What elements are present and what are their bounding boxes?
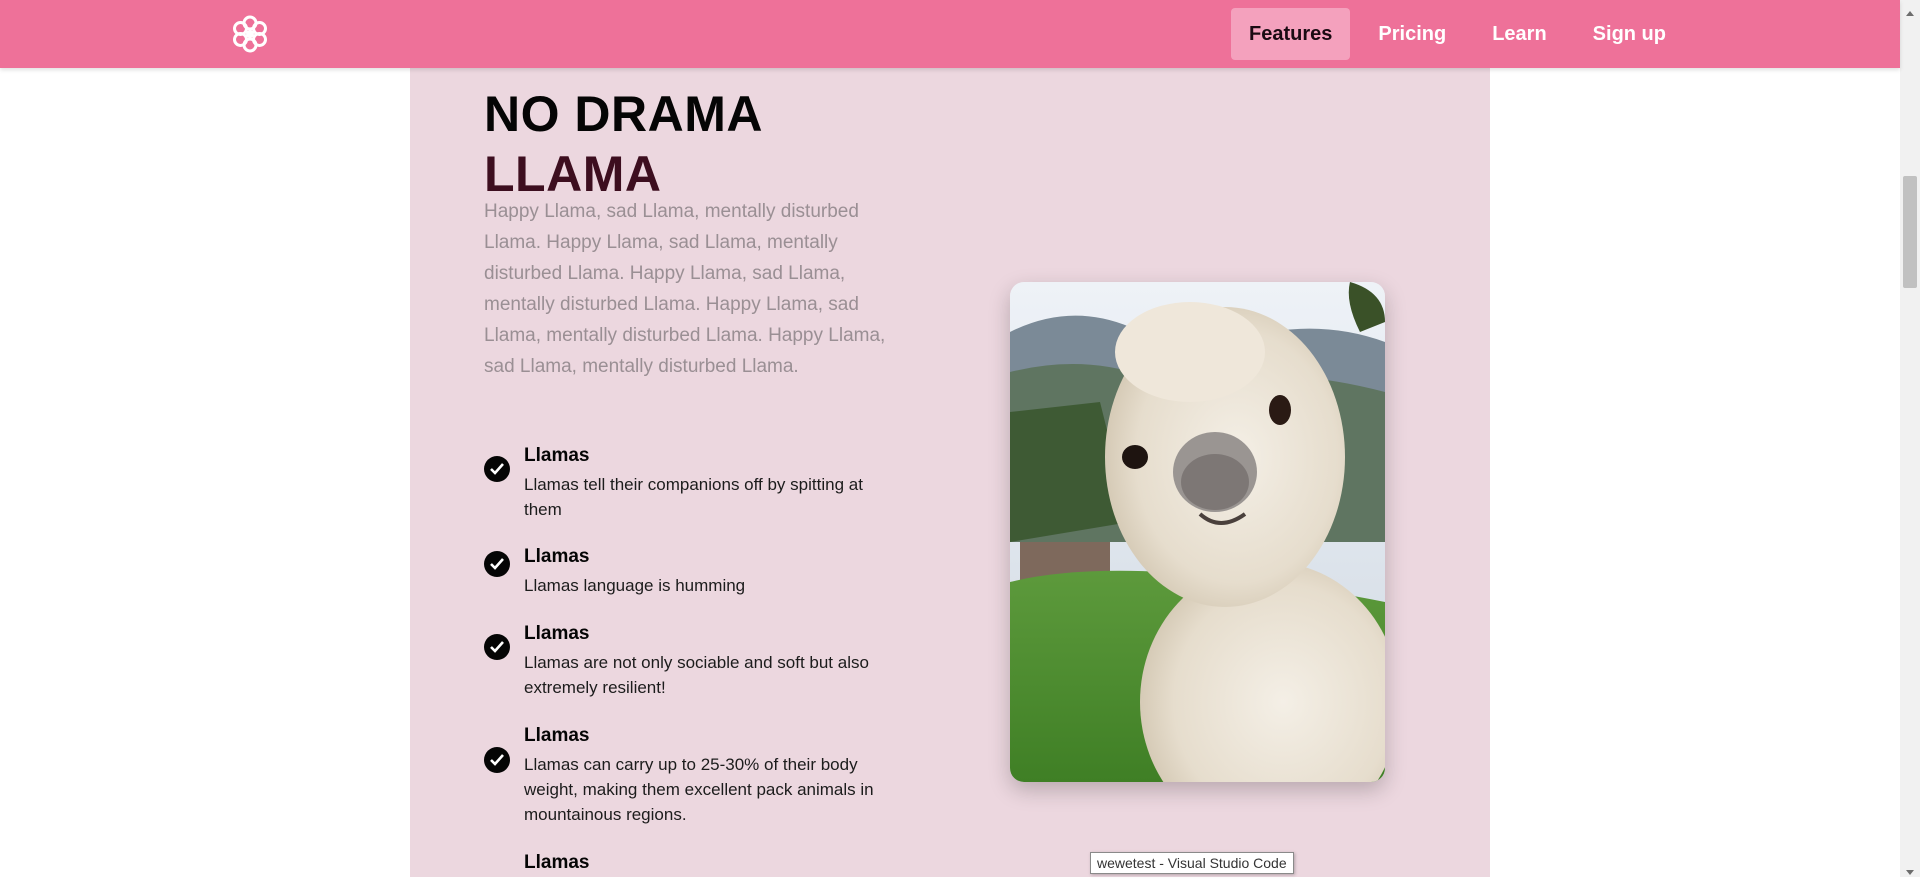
scroll-down-arrow-icon[interactable] [1905,864,1915,875]
checkmark-icon [484,634,510,660]
nav-features-link[interactable]: Features [1231,8,1351,60]
hero-intro-text: Happy Llama, sad Llama, mentally disturb… [484,201,886,377]
scroll-up-arrow-icon[interactable] [1905,4,1915,16]
feature-description: Llamas can carry up to 25-30% of their b… [524,755,874,824]
nav-learn-link[interactable]: Learn [1474,8,1564,60]
flower-logo-icon[interactable] [230,14,270,54]
hero-title: NO DRAMA LLAMA [484,84,763,204]
hero-panel: NO DRAMA LLAMA Happy Llama, sad Llama, m… [410,68,1490,877]
top-navbar: Features Pricing Learn Sign up [0,0,1900,68]
feature-title: Llamas [524,623,590,644]
feature-description: Llamas tell their companions off by spit… [524,475,863,519]
feature-title: Llamas [524,725,590,746]
checkmark-icon [484,551,510,577]
feature-title: Llamas [524,546,590,567]
feature-description: Llamas language is humming [524,576,746,595]
hero-title-line2: LLAMA [484,146,662,202]
feature-description: Llamas are not only sociable and soft bu… [524,653,869,697]
nav-pricing-link[interactable]: Pricing [1360,8,1464,60]
checkmark-icon [484,456,510,482]
window-tooltip: wewetest - Visual Studio Code [1090,852,1294,874]
feature-title: Llamas [524,445,590,466]
checkmark-icon [484,747,510,773]
nav-links: Features Pricing Learn Sign up [1231,8,1684,60]
feature-title: Llamas [524,852,590,873]
hero-title-line1: NO DRAMA [484,86,763,142]
llama-photo [1010,282,1385,782]
page-content: NO DRAMA LLAMA Happy Llama, sad Llama, m… [0,68,1900,877]
scrollbar-thumb[interactable] [1903,176,1917,288]
nav-signup-link[interactable]: Sign up [1575,8,1684,60]
page-scrollbar[interactable] [1900,0,1920,877]
